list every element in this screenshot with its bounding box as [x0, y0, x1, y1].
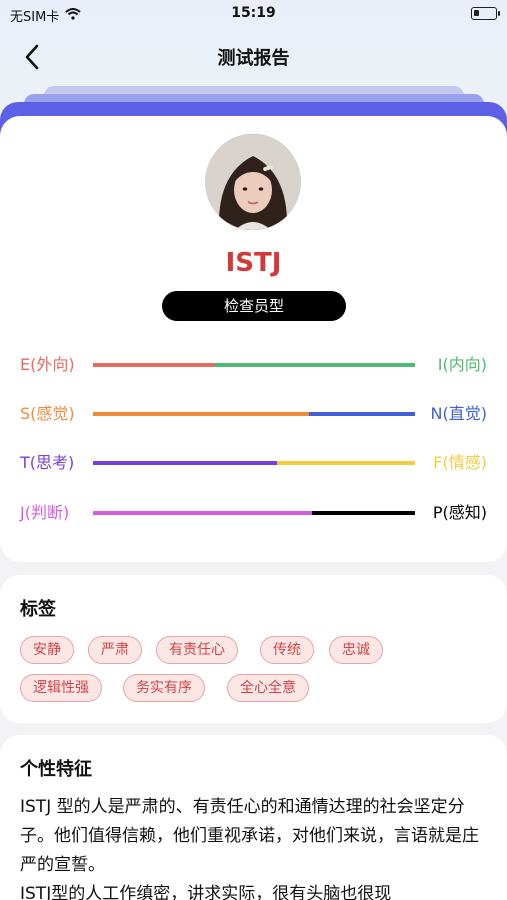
tag-chip[interactable]: 忠诚	[329, 636, 383, 664]
page-title: 测试报告	[217, 48, 290, 69]
tag-chip[interactable]: 全心全意	[227, 674, 309, 702]
dimension-row: E(外向) I(内向)	[0, 352, 507, 378]
tag-chip[interactable]: 安静	[20, 636, 74, 664]
avatar	[205, 134, 301, 230]
status-time: 15:19	[231, 5, 276, 21]
personality-description: ISTJ 型的人是严肃的、有责任心的和通情达理的社会坚定分子。他们值得信赖，他们…	[20, 793, 490, 900]
navigation-bar: 测试报告	[0, 35, 507, 79]
dimension-left-label: S(感觉)	[20, 404, 75, 423]
dimension-row: J(判断) P(感知)	[0, 500, 507, 526]
dimension-left-label: J(判断)	[20, 503, 70, 522]
tags-card: 标签 安静 严肃 有责任心 传统 忠诚逻辑性强 务实有序 全心全意	[0, 575, 507, 723]
dimension-bar	[93, 461, 415, 465]
dimension-right-label: P(感知)	[432, 503, 487, 522]
dimension-right-label: I(内向)	[437, 355, 487, 374]
mbti-type: ISTJ	[225, 248, 282, 278]
dimension-right-label: F(情感)	[433, 453, 487, 472]
dimension-row: S(感觉) N(直觉)	[0, 401, 507, 427]
dimension-bar	[93, 511, 415, 515]
dimension-left-label: E(外向)	[20, 355, 75, 374]
dimension-bar-right-segment	[276, 461, 415, 465]
dimension-bar-right-segment	[215, 363, 415, 367]
dimension-bar-right-segment	[308, 412, 415, 416]
tag-chip[interactable]: 务实有序	[123, 674, 205, 702]
dimension-bar	[93, 412, 415, 416]
tag-chip[interactable]: 传统	[260, 636, 314, 664]
status-bar: 无SIM卡 15:19	[0, 0, 507, 30]
battery-icon	[471, 7, 500, 20]
tag-chip[interactable]: 有责任心	[156, 636, 238, 664]
personality-title: 个性特征	[20, 759, 92, 780]
personality-card: 个性特征 ISTJ 型的人是严肃的、有责任心的和通情达理的社会坚定分子。他们值得…	[0, 735, 507, 900]
tag-chip[interactable]: 严肃	[88, 636, 142, 664]
tag-chip[interactable]: 逻辑性强	[20, 674, 102, 702]
dimension-left-label: T(思考)	[20, 453, 75, 472]
dimension-bar-left-segment	[93, 412, 309, 416]
dimension-right-label: N(直觉)	[430, 404, 487, 423]
dimension-bar	[93, 363, 415, 367]
dimension-bar-right-segment	[311, 511, 415, 515]
dimension-bar-left-segment	[93, 511, 312, 515]
paragraph: ISTJ型的人工作缜密，讲求实际，很有头脑也很现	[20, 884, 392, 900]
type-name-badge: 检查员型	[162, 291, 346, 321]
paragraph: ISTJ 型的人是严肃的、有责任心的和通情达理的社会坚定分子。他们值得信赖，他们…	[20, 797, 479, 875]
tags-title: 标签	[20, 599, 56, 620]
dimension-bar-left-segment	[93, 461, 277, 465]
dimension-bar-left-segment	[93, 363, 216, 367]
dimension-row: T(思考) F(情感)	[0, 450, 507, 476]
result-card: ISTJ 检查员型 E(外向) I(内向) S(感觉) N(直觉) T(思考) F(情感)…	[0, 116, 507, 562]
